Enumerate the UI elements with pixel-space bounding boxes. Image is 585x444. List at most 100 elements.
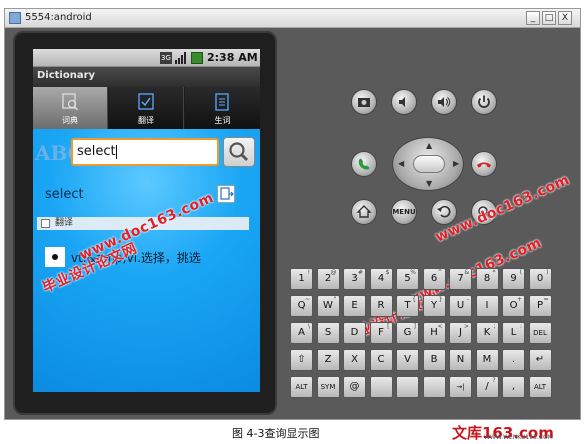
keyboard-key[interactable]: 3 # — [343, 268, 366, 290]
search-button[interactable] — [223, 137, 255, 167]
key-label: SYM — [320, 383, 336, 391]
keyboard-key[interactable] — [396, 376, 419, 398]
keyboard-key[interactable]: K; — [475, 322, 499, 344]
key-label: J — [459, 327, 462, 338]
keyboard-key[interactable]: 0) — [528, 268, 552, 290]
keyboard-key[interactable]: I — [475, 295, 499, 317]
keyboard-key[interactable]: @ — [343, 376, 366, 398]
volume-up-button[interactable] — [431, 89, 457, 115]
phone-device: 3G 2:38 AM Dictionary 词典 翻译 生词 ABC selec… — [13, 31, 277, 415]
keyboard-key[interactable]: 8 * — [475, 268, 499, 290]
tab-dictionary[interactable]: 词典 — [33, 87, 108, 129]
keyboard-key[interactable]: R — [369, 295, 393, 317]
keyboard-key[interactable]: G] — [396, 322, 419, 344]
keyboard-key[interactable]: S — [316, 322, 340, 344]
keyboard-key[interactable]: 6 ^ — [422, 268, 446, 290]
key-alt-label: & — [464, 269, 469, 276]
keyboard-key[interactable] — [422, 376, 446, 398]
volume-down-button[interactable] — [391, 89, 417, 115]
key-label: S — [324, 327, 332, 338]
keyboard-key[interactable]: 2 @ — [316, 268, 340, 290]
key-alt-label: # — [357, 269, 363, 276]
key-label: B — [430, 354, 438, 365]
keyboard-key[interactable] — [369, 376, 393, 398]
add-word-button[interactable] — [217, 185, 235, 203]
key-label: E — [351, 300, 358, 311]
key-label: 6 — [430, 273, 438, 284]
key-label: R — [377, 300, 385, 311]
keyboard-key[interactable]: 9( — [502, 268, 525, 290]
key-label: ⇧ — [297, 354, 306, 365]
call-button[interactable] — [351, 151, 377, 177]
tab-label: 翻译 — [138, 116, 154, 125]
dpad-down-icon[interactable]: ▼ — [426, 179, 432, 188]
power-button[interactable] — [471, 89, 497, 115]
status-bar: 3G 2:38 AM — [33, 49, 260, 67]
section-checkbox[interactable] — [41, 219, 50, 228]
keyboard-key[interactable]: Q ~ — [290, 295, 313, 317]
close-button[interactable]: X — [558, 11, 572, 25]
keyboard-key[interactable]: O + — [502, 295, 525, 317]
keyboard-key[interactable]: P = — [528, 295, 552, 317]
key-label: @ — [349, 381, 360, 392]
dpad-right-icon[interactable]: ▶ — [453, 159, 459, 168]
keyboard-key[interactable]: X — [343, 349, 366, 371]
tab-label: 生词 — [214, 116, 231, 125]
keyboard-key[interactable]: E — [343, 295, 366, 317]
keyboard-key[interactable]: 5% — [396, 268, 419, 290]
menu-button[interactable]: MENU — [391, 199, 417, 225]
keyboard-key[interactable]: M — [475, 349, 499, 371]
keyboard-key[interactable]: ↵ — [528, 349, 552, 371]
keyboard-key[interactable]: F[ — [369, 322, 393, 344]
keyboard-key[interactable]: 7 & — [449, 268, 472, 290]
maximize-button[interactable]: □ — [542, 11, 556, 25]
keyboard-key[interactable]: Z — [316, 349, 340, 371]
key-alt-label: ? — [492, 377, 496, 384]
dpad-up-icon[interactable]: ▲ — [426, 141, 432, 150]
keyboard-key[interactable]: V — [396, 349, 419, 371]
keyboard-key[interactable]: Y} — [422, 295, 446, 317]
keyboard-key[interactable]: H < — [422, 322, 446, 344]
text-caret — [115, 144, 117, 159]
keyboard-key[interactable]: DEL — [528, 322, 552, 344]
keyboard-key[interactable]: ⇧ — [290, 349, 313, 371]
key-label: K — [483, 327, 491, 338]
keyboard-key[interactable]: 1! — [290, 268, 313, 290]
key-alt-label: ) — [546, 269, 549, 276]
keyboard-key[interactable]: , — [502, 376, 525, 398]
key-label: M — [482, 354, 492, 365]
keyboard-key[interactable]: J > — [449, 322, 472, 344]
key-label: 3 — [351, 273, 358, 284]
keyboard-key[interactable]: L: — [502, 322, 525, 344]
tab-translate[interactable]: 翻译 — [109, 87, 184, 129]
keyboard-key[interactable]: 4 $ — [369, 268, 393, 290]
keyboard-key[interactable]: SYM — [316, 376, 340, 398]
tab-vocabulary[interactable]: 生词 — [185, 87, 260, 129]
key-label: D — [350, 327, 359, 338]
home-button[interactable] — [351, 199, 377, 225]
keyboard-key[interactable]: ALT — [290, 376, 313, 398]
dictionary-content: ABC select select 翻译 vt.&amp;vi.选择，挑选 — [33, 129, 260, 392]
key-label: 4 — [377, 273, 385, 284]
add-note-icon — [220, 187, 234, 200]
keyboard-key[interactable]: N — [449, 349, 472, 371]
dpad-center-button[interactable] — [413, 155, 445, 173]
dpad-left-icon[interactable]: ◀ — [398, 159, 404, 168]
dpad[interactable]: ▲ ▼ ◀ ▶ — [392, 137, 464, 191]
key-label: 0 — [536, 273, 544, 284]
keyboard-key[interactable]: T{ — [396, 295, 419, 317]
keyboard-key[interactable]: U- — [449, 295, 472, 317]
end-call-button[interactable] — [471, 151, 497, 177]
camera-button[interactable] — [351, 89, 377, 115]
search-input[interactable]: select — [71, 138, 219, 166]
keyboard-key[interactable]: W " — [316, 295, 340, 317]
minimize-button[interactable]: _ — [526, 11, 540, 25]
keyboard-key[interactable]: →| — [449, 376, 472, 398]
keyboard-key[interactable]: D — [343, 322, 366, 344]
keyboard-key[interactable]: ALT — [528, 376, 552, 398]
keyboard-key[interactable]: A \ — [290, 322, 313, 344]
keyboard-key[interactable]: B — [422, 349, 446, 371]
keyboard-key[interactable]: /? — [475, 376, 499, 398]
keyboard-key[interactable]: . — [502, 349, 525, 371]
keyboard-key[interactable]: C — [369, 349, 393, 371]
